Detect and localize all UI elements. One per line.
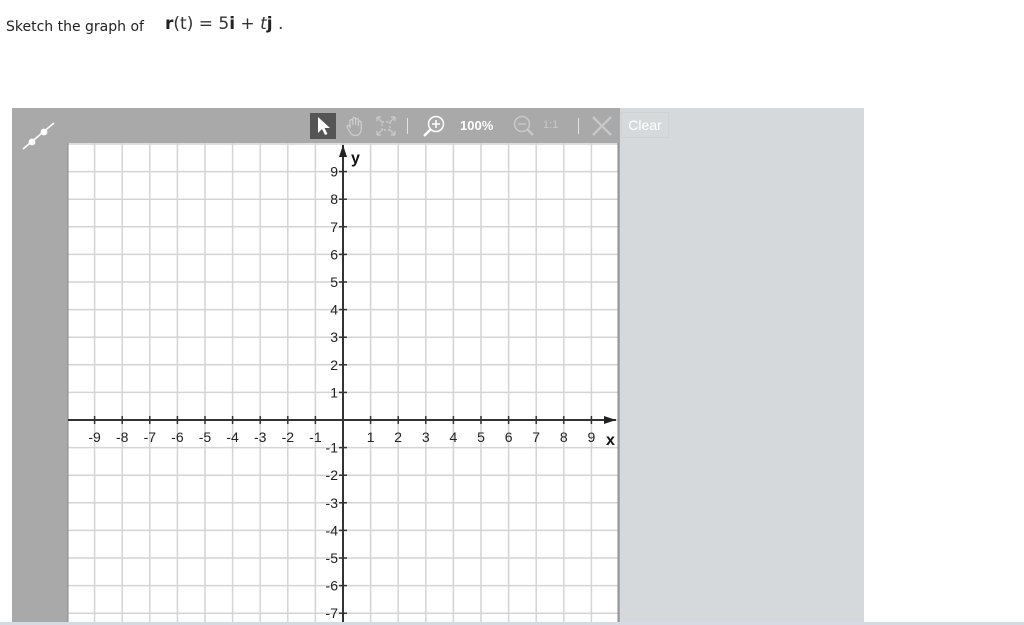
x-tick-label: -6 <box>171 429 184 445</box>
y-tick-label: -3 <box>326 495 339 511</box>
x-tick-label: -1 <box>309 429 322 445</box>
x-axis-label: x <box>606 432 615 449</box>
y-tick-label: -1 <box>326 440 339 456</box>
x-tick-label: 1 <box>367 429 375 445</box>
y-tick-label: 1 <box>330 384 338 400</box>
x-tick-label: 9 <box>588 429 596 445</box>
x-tick-label: -3 <box>254 429 267 445</box>
x-tick-label: 5 <box>477 429 485 445</box>
y-axis-label: y <box>351 150 360 167</box>
x-tick-label: 3 <box>422 429 430 445</box>
question-prompt: Sketch the graph of <box>6 19 144 35</box>
formula-plus: + <box>235 14 261 34</box>
x-tick-label: -4 <box>226 429 239 445</box>
x-tick-label: 4 <box>450 429 458 445</box>
y-tick-label: 6 <box>330 246 338 262</box>
prompt-text: Sketch the graph of <box>6 19 144 35</box>
vector-function-formula: r(t) = 5i + tj . <box>165 14 283 34</box>
x-tick-label: 6 <box>505 429 513 445</box>
y-tick-label: 2 <box>330 357 338 373</box>
y-tick-label: 7 <box>330 219 338 235</box>
x-tick-label: -9 <box>88 429 101 445</box>
x-tick-label: -2 <box>282 429 295 445</box>
y-tick-label: 3 <box>330 329 338 345</box>
formula-arg: (t) <box>173 14 194 34</box>
x-tick-label: 2 <box>394 429 402 445</box>
x-tick-label: 8 <box>560 429 568 445</box>
x-tick-label: -5 <box>199 429 212 445</box>
y-tick-label: -5 <box>326 550 339 566</box>
y-tick-label: 5 <box>330 274 338 290</box>
y-tick-label: -6 <box>326 578 339 594</box>
y-tick-label: 8 <box>330 191 338 207</box>
x-tick-label: -8 <box>116 429 129 445</box>
y-tick-label: -4 <box>326 522 339 538</box>
formula-t: t <box>260 14 267 34</box>
y-tick-label: 4 <box>330 302 338 318</box>
y-tick-label: -2 <box>326 467 339 483</box>
x-tick-label: -7 <box>144 429 157 445</box>
formula-end: . <box>272 14 284 34</box>
y-tick-label: -7 <box>326 605 339 621</box>
coordinate-plane[interactable]: -9 -8 -7 -6 -5 -4 -3 -2 -1 1 2 3 4 5 6 7 8 9 9 8 7 6 5 4 3 2 1 -1 -2… <box>12 108 632 625</box>
x-tick-label: 7 <box>532 429 540 445</box>
formula-equals: = 5 <box>193 14 230 34</box>
y-tick-label: 9 <box>330 164 338 180</box>
